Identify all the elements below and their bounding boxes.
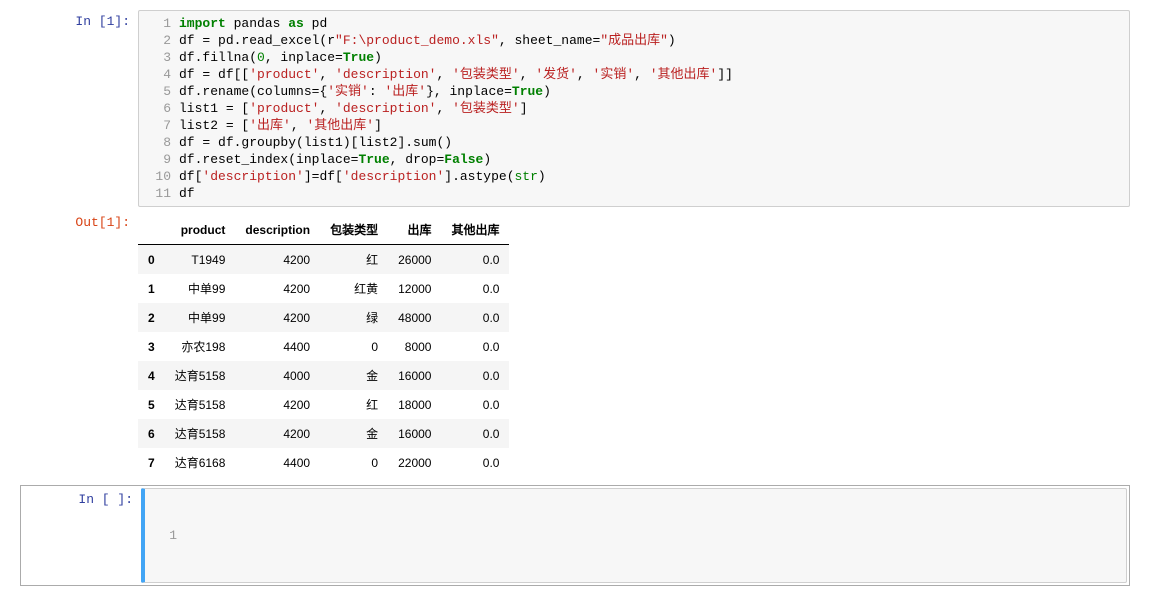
table-cell: 红 xyxy=(320,390,388,419)
row-index: 0 xyxy=(138,245,165,275)
code-line: df.fillna(0, inplace=True) xyxy=(179,49,1129,66)
row-index: 4 xyxy=(138,361,165,390)
table-cell: 4200 xyxy=(235,274,320,303)
in-prompt-empty: In [ ]: xyxy=(23,488,141,583)
code-line: df = df.groupby(list1)[list2].sum() xyxy=(179,134,1129,151)
table-header: product xyxy=(165,215,236,245)
code-input-empty[interactable]: 1 xyxy=(141,488,1127,583)
row-index: 1 xyxy=(138,274,165,303)
table-cell: 0.0 xyxy=(441,332,509,361)
table-row: 0T19494200红260000.0 xyxy=(138,245,509,275)
table-header: 其他出库 xyxy=(441,215,509,245)
code-line: import pandas as pd xyxy=(179,15,1129,32)
table-cell: T1949 xyxy=(165,245,236,275)
table-cell: 亦农198 xyxy=(165,332,236,361)
code-line: list2 = ['出库', '其他出库'] xyxy=(179,117,1129,134)
table-cell: 0.0 xyxy=(441,448,509,477)
table-cell: 0.0 xyxy=(441,245,509,275)
table-row: 7达育616844000220000.0 xyxy=(138,448,509,477)
table-cell: 16000 xyxy=(388,419,441,448)
code-input-1[interactable]: 1import pandas as pd2df = pd.read_excel(… xyxy=(138,10,1130,207)
row-index: 7 xyxy=(138,448,165,477)
output-area-1: productdescription包装类型出库其他出库 0T19494200红… xyxy=(138,211,1130,481)
code-cell-1: In [1]: 1import pandas as pd2df = pd.rea… xyxy=(20,10,1130,207)
table-row: 3亦农1984400080000.0 xyxy=(138,332,509,361)
table-cell: 金 xyxy=(320,361,388,390)
table-row: 6达育51584200金160000.0 xyxy=(138,419,509,448)
table-cell: 8000 xyxy=(388,332,441,361)
table-cell: 红黄 xyxy=(320,274,388,303)
table-row: 5达育51584200红180000.0 xyxy=(138,390,509,419)
table-header: 出库 xyxy=(388,215,441,245)
code-line: df = df[['product', 'description', '包装类型… xyxy=(179,66,1129,83)
table-cell: 0.0 xyxy=(441,361,509,390)
table-cell: 中单99 xyxy=(165,303,236,332)
table-header: description xyxy=(235,215,320,245)
code-line: df['description']=df['description'].asty… xyxy=(179,168,1129,185)
code-line: df = pd.read_excel(r"F:\product_demo.xls… xyxy=(179,32,1129,49)
row-index: 6 xyxy=(138,419,165,448)
table-cell: 48000 xyxy=(388,303,441,332)
table-row: 4达育51584000金160000.0 xyxy=(138,361,509,390)
table-cell: 4200 xyxy=(235,419,320,448)
table-cell: 中单99 xyxy=(165,274,236,303)
table-header xyxy=(138,215,165,245)
table-cell: 4200 xyxy=(235,245,320,275)
gutter-line: 6 xyxy=(139,100,179,117)
gutter-line: 4 xyxy=(139,66,179,83)
gutter-line: 2 xyxy=(139,32,179,49)
gutter-line: 1 xyxy=(145,527,185,544)
table-row: 1中单994200红黄120000.0 xyxy=(138,274,509,303)
table-cell: 22000 xyxy=(388,448,441,477)
table-row: 2中单994200绿480000.0 xyxy=(138,303,509,332)
table-cell: 金 xyxy=(320,419,388,448)
table-cell: 26000 xyxy=(388,245,441,275)
gutter-line: 11 xyxy=(139,185,179,202)
code-line: list1 = ['product', 'description', '包装类型… xyxy=(179,100,1129,117)
table-cell: 4000 xyxy=(235,361,320,390)
gutter-line: 10 xyxy=(139,168,179,185)
out-prompt-1: Out[1]: xyxy=(20,211,138,481)
table-cell: 0.0 xyxy=(441,390,509,419)
gutter-line: 7 xyxy=(139,117,179,134)
table-cell: 红 xyxy=(320,245,388,275)
table-cell: 4400 xyxy=(235,332,320,361)
gutter-line: 3 xyxy=(139,49,179,66)
row-index: 3 xyxy=(138,332,165,361)
code-line: df.reset_index(inplace=True, drop=False) xyxy=(179,151,1129,168)
table-cell: 16000 xyxy=(388,361,441,390)
table-cell: 0 xyxy=(320,332,388,361)
table-cell: 达育5158 xyxy=(165,419,236,448)
code-line: df xyxy=(179,185,1129,202)
code-cell-empty: In [ ]: 1 xyxy=(20,485,1130,586)
output-cell-1: Out[1]: productdescription包装类型出库其他出库 0T1… xyxy=(20,211,1130,481)
code-line: df.rename(columns={'实销': '出库'}, inplace=… xyxy=(179,83,1129,100)
gutter-line: 9 xyxy=(139,151,179,168)
table-header: 包装类型 xyxy=(320,215,388,245)
dataframe-table: productdescription包装类型出库其他出库 0T19494200红… xyxy=(138,215,509,477)
table-cell: 达育5158 xyxy=(165,361,236,390)
table-cell: 0 xyxy=(320,448,388,477)
in-prompt-1: In [1]: xyxy=(20,10,138,207)
table-cell: 0.0 xyxy=(441,419,509,448)
table-cell: 达育6168 xyxy=(165,448,236,477)
table-cell: 0.0 xyxy=(441,274,509,303)
row-index: 2 xyxy=(138,303,165,332)
table-cell: 绿 xyxy=(320,303,388,332)
table-cell: 18000 xyxy=(388,390,441,419)
table-cell: 12000 xyxy=(388,274,441,303)
row-index: 5 xyxy=(138,390,165,419)
table-cell: 达育5158 xyxy=(165,390,236,419)
gutter-line: 5 xyxy=(139,83,179,100)
table-cell: 0.0 xyxy=(441,303,509,332)
table-cell: 4200 xyxy=(235,303,320,332)
gutter-line: 8 xyxy=(139,134,179,151)
table-cell: 4400 xyxy=(235,448,320,477)
table-cell: 4200 xyxy=(235,390,320,419)
gutter-line: 1 xyxy=(139,15,179,32)
